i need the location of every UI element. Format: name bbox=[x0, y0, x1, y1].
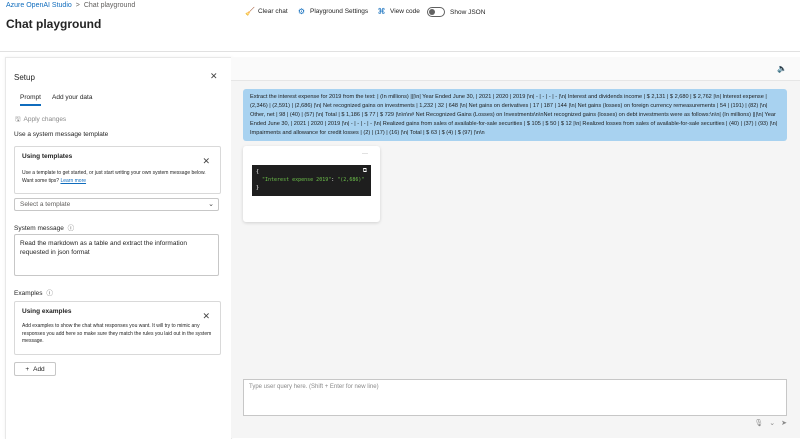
toggle-switch[interactable] bbox=[427, 7, 445, 17]
system-message-field[interactable]: Read the markdown as a table and extract… bbox=[14, 234, 219, 276]
show-json-label: Show JSON bbox=[450, 8, 486, 16]
templates-card: Using templates ✕ Use a template to get … bbox=[14, 146, 221, 194]
json-code-block: ⧉ { "Interest expense 2019": "(2,686)" } bbox=[252, 165, 371, 196]
templates-card-title: Using templates bbox=[22, 153, 73, 160]
playground-settings-button[interactable]: ⚙ Playground Settings bbox=[297, 7, 368, 16]
add-example-button[interactable]: + Add bbox=[14, 362, 56, 376]
examples-card-body: Add examples to show the chat what respo… bbox=[22, 323, 212, 344]
clear-chat-button[interactable]: 🧹 Clear chat bbox=[245, 7, 288, 16]
breadcrumb-current: Chat playground bbox=[83, 2, 136, 9]
save-icon: 🖫 bbox=[15, 116, 21, 123]
copy-icon[interactable]: ⧉ bbox=[363, 167, 367, 175]
code-icon: ⌘ bbox=[377, 7, 386, 16]
apply-changes-label: Apply changes bbox=[23, 116, 67, 123]
chat-toolbar bbox=[231, 57, 800, 81]
templates-card-body: Use a template to get started, or just s… bbox=[22, 170, 214, 185]
show-json-toggle[interactable]: Show JSON bbox=[427, 7, 485, 17]
json-line: "Interest expense 2019": "(2,686)" bbox=[256, 176, 367, 184]
template-select-value: Select a template bbox=[20, 201, 71, 208]
view-code-label: View code bbox=[390, 8, 420, 15]
assistant-response-card: ··· ⧉ { "Interest expense 2019": "(2,686… bbox=[243, 146, 380, 222]
system-message-label: System message bbox=[14, 225, 64, 232]
close-setup-icon[interactable]: ✕ bbox=[210, 71, 218, 82]
chevron-down-icon[interactable]: ⌄ bbox=[769, 419, 775, 427]
close-examples-card-icon[interactable]: ✕ bbox=[202, 311, 210, 322]
system-message-label-row: System message ⓘ bbox=[14, 222, 74, 232]
breadcrumb: Azure OpenAI Studio > Chat playground bbox=[6, 2, 135, 9]
templates-card-text: Use a template to get started, or just s… bbox=[22, 170, 206, 184]
examples-label: Examples bbox=[14, 290, 43, 297]
tab-prompt[interactable]: Prompt bbox=[20, 94, 41, 106]
json-value: "(2,686)" bbox=[337, 177, 365, 183]
plus-icon: + bbox=[25, 365, 30, 373]
header-divider bbox=[0, 51, 800, 52]
json-key: "Interest expense 2019" bbox=[262, 177, 332, 183]
microphone-icon[interactable]: 🎙 bbox=[754, 419, 763, 427]
info-icon[interactable]: ⓘ bbox=[46, 290, 53, 297]
speaker-icon[interactable]: 🔈 bbox=[777, 64, 787, 73]
view-code-button[interactable]: ⌘ View code bbox=[377, 7, 420, 16]
tab-add-your-data[interactable]: Add your data bbox=[52, 94, 92, 101]
input-actions: 🎙 ⌄ ➤ bbox=[754, 419, 787, 427]
json-close-brace: } bbox=[256, 185, 260, 191]
add-button-label: Add bbox=[33, 365, 45, 373]
json-open-brace: { bbox=[256, 169, 260, 175]
clear-chat-label: Clear chat bbox=[258, 8, 288, 15]
examples-card: Using examples ✕ Add examples to show th… bbox=[14, 301, 221, 355]
apply-changes-button[interactable]: 🖫 Apply changes bbox=[15, 115, 66, 126]
breadcrumb-root-link[interactable]: Azure OpenAI Studio bbox=[6, 2, 72, 9]
settings-icon: ⚙ bbox=[297, 7, 306, 16]
playground-settings-label: Playground Settings bbox=[310, 8, 369, 15]
chat-input[interactable]: Type user query here. (Shift + Enter for… bbox=[243, 379, 787, 416]
info-icon[interactable]: ⓘ bbox=[68, 225, 75, 232]
user-message-bubble: Extract the interest expense for 2019 fr… bbox=[243, 89, 787, 141]
examples-card-title: Using examples bbox=[22, 308, 72, 315]
system-template-label: Use a system message template bbox=[14, 131, 109, 138]
broom-icon: 🧹 bbox=[245, 7, 255, 16]
breadcrumb-separator: > bbox=[75, 2, 80, 9]
chevron-down-icon: ⌄ bbox=[208, 201, 214, 208]
setup-title: Setup bbox=[14, 73, 35, 82]
page-title: Chat playground bbox=[6, 17, 102, 31]
send-icon[interactable]: ➤ bbox=[781, 419, 787, 427]
more-options-icon[interactable]: ··· bbox=[362, 151, 368, 157]
template-select[interactable]: Select a template ⌄ bbox=[14, 198, 219, 211]
examples-label-row: Examples ⓘ bbox=[14, 287, 53, 297]
learn-more-link[interactable]: Learn more bbox=[60, 178, 86, 184]
close-templates-card-icon[interactable]: ✕ bbox=[202, 156, 210, 167]
